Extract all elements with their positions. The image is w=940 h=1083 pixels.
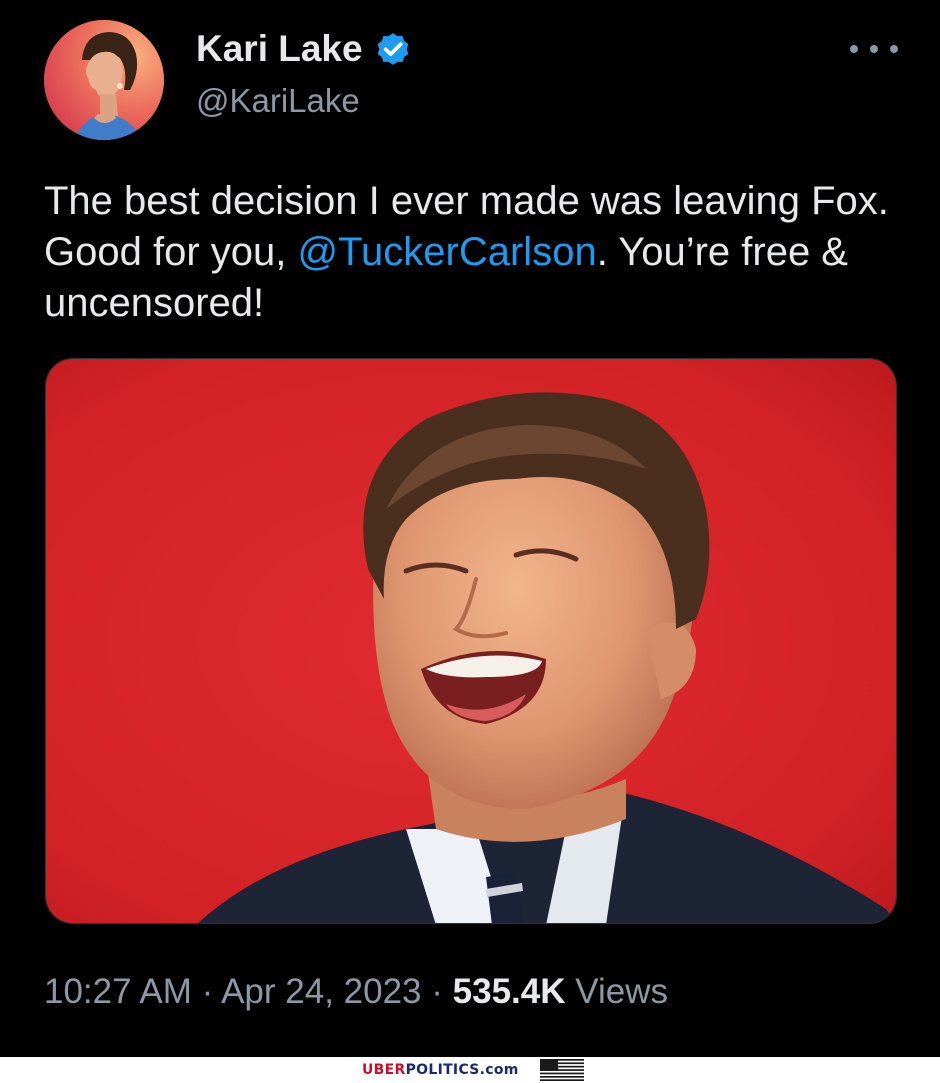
watermark-part: UBER	[362, 1062, 406, 1078]
more-options-button[interactable]	[850, 34, 898, 64]
us-flag-icon	[540, 1059, 584, 1081]
laughing-man-photo	[46, 359, 896, 923]
author-name-row[interactable]: Kari Lake	[196, 26, 413, 72]
author-display-name[interactable]: Kari Lake	[196, 26, 363, 72]
meta-separator: ·	[201, 972, 214, 1011]
tweet-screenshot: Kari Lake @KariLake The best decision I …	[0, 0, 940, 1083]
tweet-time[interactable]: 10:27 AM	[44, 972, 192, 1011]
watermark-part: POLITICS	[405, 1062, 480, 1078]
more-options-icon	[890, 45, 898, 53]
watermark-part: .com	[479, 1062, 519, 1078]
views-label: Views	[575, 972, 668, 1011]
tweet-meta: 10:27 AM · Apr 24, 2023 · 535.4K Views	[44, 968, 668, 1016]
author-avatar[interactable]	[44, 20, 164, 140]
watermark-bar: UBERPOLITICS.com	[0, 1057, 940, 1083]
tweet-text: The best decision I ever made was leavin…	[44, 176, 914, 329]
tweet-date[interactable]: Apr 24, 2023	[221, 972, 421, 1011]
author-handle[interactable]: @KariLake	[196, 80, 360, 122]
more-options-icon	[870, 45, 878, 53]
views-count: 535.4K	[452, 972, 566, 1011]
mention-link[interactable]: @TuckerCarlson	[297, 230, 596, 274]
meta-separator: ·	[431, 972, 443, 1011]
verified-badge-icon	[373, 29, 413, 69]
more-options-icon	[850, 45, 858, 53]
tweet-media-photo[interactable]	[45, 358, 897, 924]
watermark-text: UBERPOLITICS.com	[362, 1061, 519, 1079]
avatar-portrait	[44, 20, 164, 140]
